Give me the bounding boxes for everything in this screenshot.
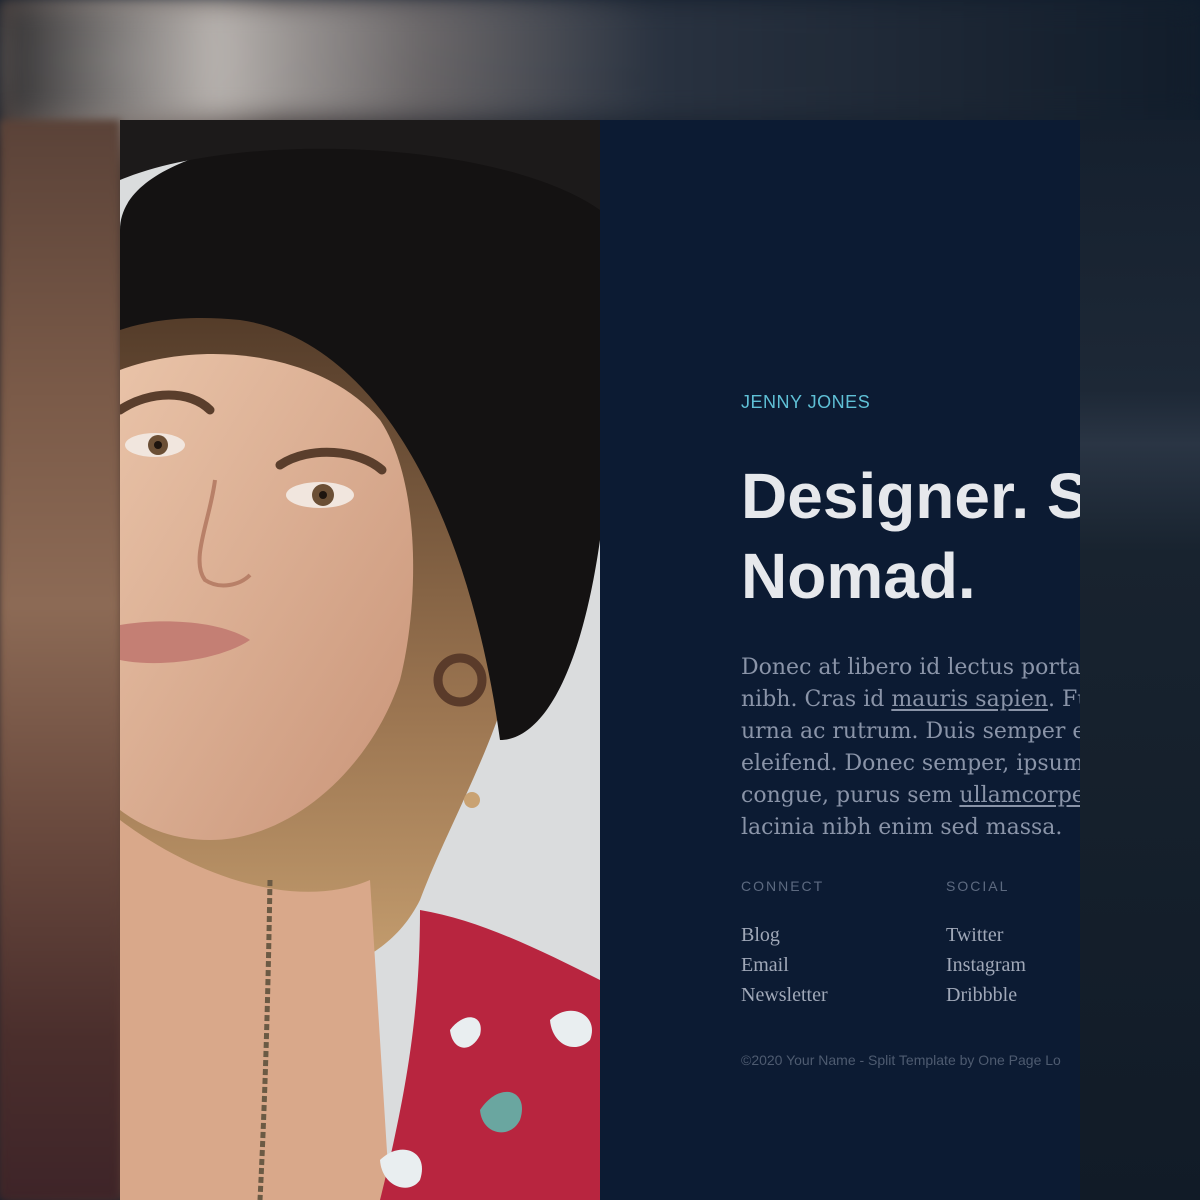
connect-link-email[interactable]: Email: [741, 950, 946, 980]
social-link-twitter[interactable]: Twitter: [946, 920, 1080, 950]
connect-link-newsletter[interactable]: Newsletter: [741, 980, 946, 1010]
bio-line: lacinia nibh enim sed massa.: [741, 815, 1063, 840]
connect-list: Blog Email Newsletter: [741, 920, 946, 1010]
headline-line-1: Designer. S: [741, 460, 1080, 532]
headline-line-2: Nomad.: [741, 540, 976, 612]
connect-link-blog[interactable]: Blog: [741, 920, 946, 950]
bio-text: congue, purus sem: [741, 783, 960, 808]
bio-line: nibh. Cras id mauris sapien. Fu: [741, 684, 1080, 716]
blurred-background-left: [0, 120, 120, 1200]
headline: Designer. S Nomad.: [741, 456, 1080, 616]
connect-column: CONNECT Blog Email Newsletter: [741, 876, 946, 1010]
footer-credit: ©2020 Your Name - Split Template by One …: [741, 1052, 1061, 1068]
bio-text: . Fu: [1048, 687, 1080, 712]
person-name: JENNY JONES: [741, 392, 871, 412]
social-list: Twitter Instagram Dribbble: [946, 920, 1080, 1010]
bio-line: urna ac rutrum. Duis semper e: [741, 719, 1080, 744]
split-template-card: JENNY JONES Designer. S Nomad. Donec at …: [120, 120, 1080, 1200]
info-content: JENNY JONES Designer. S Nomad. Donec at …: [741, 390, 1080, 1068]
bio-line: congue, purus sem ullamcorpe: [741, 780, 1080, 812]
social-title: SOCIAL: [946, 878, 1010, 894]
info-panel: JENNY JONES Designer. S Nomad. Donec at …: [600, 120, 1080, 1200]
connect-title: CONNECT: [741, 878, 825, 894]
bio-line: Donec at libero id lectus porta: [741, 655, 1080, 680]
blurred-background-top: [0, 0, 1200, 120]
bio-text: nibh. Cras id: [741, 687, 892, 712]
social-column: SOCIAL Twitter Instagram Dribbble: [946, 876, 1080, 1010]
bio-link-mauris-sapien[interactable]: mauris sapien: [891, 687, 1048, 712]
blurred-background-right: [1080, 120, 1200, 1200]
bio-line: eleifend. Donec semper, ipsum: [741, 751, 1080, 776]
bio-paragraph: Donec at libero id lectus porta nibh. Cr…: [741, 652, 1080, 844]
portrait-photo: [120, 120, 600, 1200]
bio-link-ullamcorper[interactable]: ullamcorpe: [959, 783, 1080, 808]
social-link-dribbble[interactable]: Dribbble: [946, 980, 1080, 1010]
social-link-instagram[interactable]: Instagram: [946, 950, 1080, 980]
link-columns: CONNECT Blog Email Newsletter SOCIAL Twi…: [741, 876, 1080, 1010]
